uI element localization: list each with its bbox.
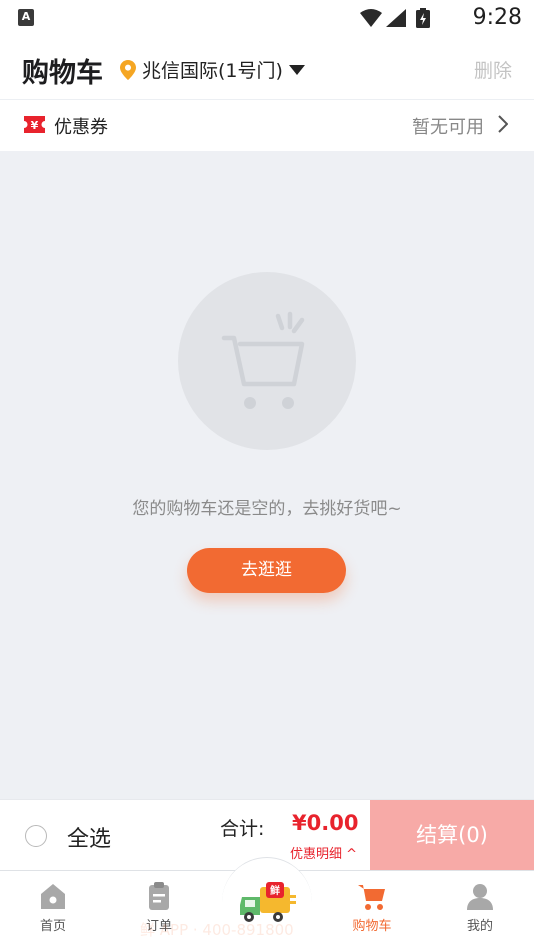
tab-home[interactable]: 首页 — [13, 881, 93, 934]
battery-icon — [416, 8, 430, 28]
coupon-ticket-icon: ¥ — [24, 116, 45, 133]
select-all-checkbox[interactable] — [25, 825, 47, 847]
profile-icon — [467, 884, 493, 910]
wifi-icon — [360, 9, 382, 27]
tab-label-profile: 我的 — [466, 919, 493, 934]
location-selector[interactable]: 兆信国际(1号门) — [120, 56, 305, 83]
clock: 9:28 — [472, 5, 522, 30]
tab-label-cart: 购物车 — [352, 919, 392, 934]
cart-icon — [358, 885, 385, 910]
bottom-tab-bar: 首页 订单 鲜 购物车 我的 鲜 APP · 400-891800 — [0, 857, 534, 950]
tab-cart[interactable]: 购物车 — [332, 881, 412, 934]
coupon-badge-text: ¥ — [31, 119, 39, 132]
cart-empty-area: 您的购物车还是空的，去挑好货吧~ 去逛逛 — [0, 151, 534, 799]
chevron-right-icon — [498, 115, 508, 133]
discount-detail-link[interactable]: 优惠明细 ^ — [290, 843, 357, 862]
home-icon — [41, 884, 65, 909]
total-price: ¥0.00 — [292, 811, 359, 835]
coupon-label: 优惠券 — [54, 117, 108, 138]
fresh-badge-text: 鲜 — [270, 884, 280, 897]
status-icons — [360, 8, 430, 28]
location-label: 兆信国际(1号门) — [142, 60, 283, 82]
watermark: 鲜 APP · 400-891800 — [140, 921, 294, 939]
header: 购物车 兆信国际(1号门) 删除 — [0, 38, 534, 100]
signal-icon — [386, 9, 406, 27]
notification-a-icon: A — [18, 9, 34, 26]
caret-down-icon — [288, 64, 305, 75]
order-icon — [149, 882, 169, 910]
tab-label-home: 首页 — [39, 919, 66, 934]
go-shopping-button[interactable]: 去逛逛 — [187, 548, 346, 593]
page-title: 购物车 — [22, 58, 103, 89]
location-pin-icon — [120, 59, 136, 80]
status-bar: A 9:28 — [0, 0, 534, 38]
total-label: 合计: — [220, 818, 265, 840]
select-all-label[interactable]: 全选 — [67, 821, 111, 853]
tab-profile[interactable]: 我的 — [440, 881, 520, 934]
delete-button[interactable]: 删除 — [474, 56, 512, 83]
coupon-row[interactable]: ¥ 优惠券 暂无可用 — [0, 100, 534, 151]
empty-cart-icon — [221, 311, 305, 409]
empty-cart-illustration — [178, 272, 356, 450]
checkout-button[interactable]: 结算(0) — [370, 800, 534, 871]
coupon-status: 暂无可用 — [412, 117, 484, 138]
empty-cart-message: 您的购物车还是空的，去挑好货吧~ — [132, 499, 402, 519]
